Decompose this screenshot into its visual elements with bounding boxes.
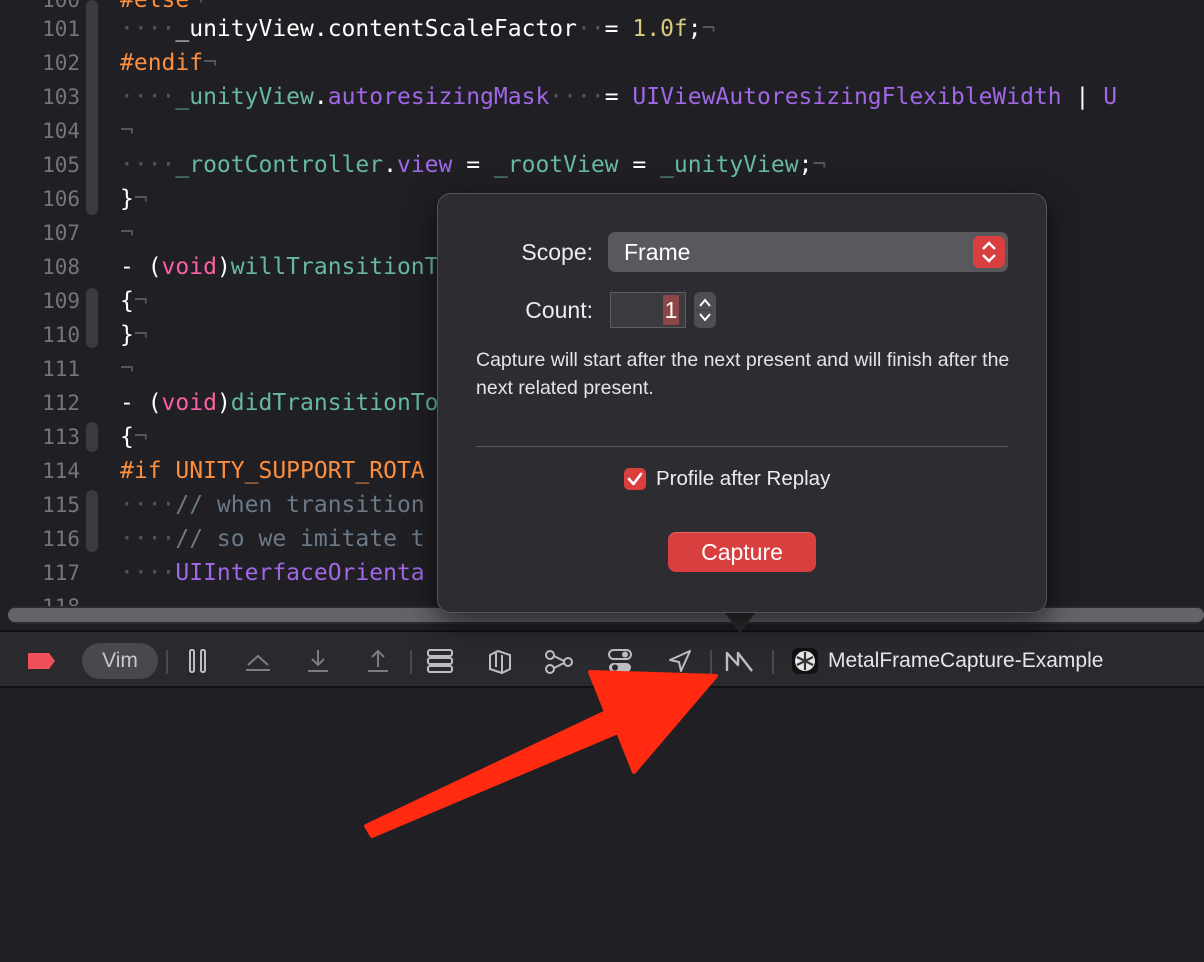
toolbar-divider bbox=[772, 650, 774, 674]
line-number: 116 bbox=[42, 527, 80, 551]
step-out-icon[interactable] bbox=[362, 646, 394, 676]
scope-label: Scope: bbox=[521, 239, 593, 265]
profile-after-replay-label: Profile after Replay bbox=[656, 467, 831, 490]
code-line: ¬ bbox=[120, 220, 134, 246]
line-number: 113 bbox=[42, 425, 80, 449]
line-number: 107 bbox=[42, 221, 80, 245]
debug-toolbar: Vim MetalFrameCapture-Example bbox=[0, 630, 1204, 688]
profile-after-replay-checkbox[interactable] bbox=[624, 468, 646, 490]
pause-icon[interactable] bbox=[182, 646, 214, 676]
line-number: 110 bbox=[42, 323, 80, 347]
capture-description: Capture will start after the next presen… bbox=[476, 349, 1010, 399]
line-number: 112 bbox=[42, 391, 80, 415]
line-number: 102 bbox=[42, 51, 80, 75]
line-number: 105 bbox=[42, 153, 80, 177]
debug-console-area[interactable] bbox=[0, 690, 1204, 962]
fold-ribbon[interactable] bbox=[86, 0, 98, 215]
scope-select[interactable]: Frame bbox=[608, 232, 1008, 272]
code-line: ¬ bbox=[120, 118, 134, 144]
line-number: 101 bbox=[42, 17, 80, 41]
vim-mode-button[interactable]: Vim bbox=[82, 643, 158, 679]
code-line: #if UNITY_SUPPORT_ROTA bbox=[120, 458, 425, 484]
line-number: 117 bbox=[42, 561, 80, 585]
environment-overrides-icon[interactable] bbox=[604, 646, 636, 676]
capture-gpu-frame-icon[interactable] bbox=[722, 646, 758, 676]
line-number: 106 bbox=[42, 187, 80, 211]
simulate-location-icon[interactable] bbox=[664, 646, 696, 676]
app-target-icon bbox=[790, 646, 820, 676]
chevron-up-down-icon[interactable] bbox=[973, 236, 1005, 268]
count-field[interactable]: 1 bbox=[610, 292, 686, 328]
step-into-icon[interactable] bbox=[302, 646, 334, 676]
line-number: 104 bbox=[42, 119, 80, 143]
fold-ribbon[interactable] bbox=[86, 490, 98, 552]
line-number: 103 bbox=[42, 85, 80, 109]
line-number: 115 bbox=[42, 493, 80, 517]
view-hierarchy-icon[interactable] bbox=[424, 646, 456, 676]
toolbar-divider bbox=[166, 650, 168, 674]
fold-ribbon[interactable] bbox=[86, 288, 98, 348]
count-label: Count: bbox=[525, 297, 593, 323]
count-value: 1 bbox=[663, 295, 679, 325]
code-line: }¬ bbox=[120, 186, 148, 212]
memory-graph-icon[interactable] bbox=[542, 646, 576, 676]
code-line: #endif¬ bbox=[120, 50, 217, 76]
divider bbox=[476, 446, 1008, 447]
code-line: {¬ bbox=[120, 424, 148, 450]
toolbar-divider bbox=[410, 650, 412, 674]
code-line: }¬ bbox=[120, 322, 148, 348]
line-number: 114 bbox=[42, 459, 80, 483]
profile-after-replay-option[interactable]: Profile after Replay bbox=[624, 466, 830, 492]
fold-ribbon[interactable] bbox=[86, 422, 98, 452]
code-line: ····_unityView.contentScaleFactor··= 1.0… bbox=[120, 16, 716, 42]
debug-view-hierarchy-icon[interactable] bbox=[484, 646, 516, 676]
line-number: 109 bbox=[42, 289, 80, 313]
code-line: {¬ bbox=[120, 288, 148, 314]
step-over-icon[interactable] bbox=[240, 646, 276, 676]
scope-value: Frame bbox=[624, 239, 691, 265]
scheme-name: MetalFrameCapture-Example bbox=[828, 649, 1104, 672]
capture-button[interactable]: Capture bbox=[668, 532, 816, 572]
line-number: 108 bbox=[42, 255, 80, 279]
code-line: ····_unityView.autoresizingMask····= UIV… bbox=[120, 84, 1118, 110]
frame-capture-popover: Scope: Frame Count: 1 Capture will start… bbox=[437, 193, 1047, 613]
line-number: 111 bbox=[42, 357, 80, 381]
toolbar-divider bbox=[710, 650, 712, 674]
breakpoints-toggle-icon[interactable] bbox=[24, 646, 58, 676]
code-line: ¬ bbox=[120, 356, 134, 382]
count-stepper[interactable] bbox=[694, 292, 716, 328]
code-line: ····_rootController.view = _rootView = _… bbox=[120, 152, 827, 178]
line-number-gutter: 100 101 102 103 104 105 106 107 108 109 … bbox=[0, 0, 100, 630]
